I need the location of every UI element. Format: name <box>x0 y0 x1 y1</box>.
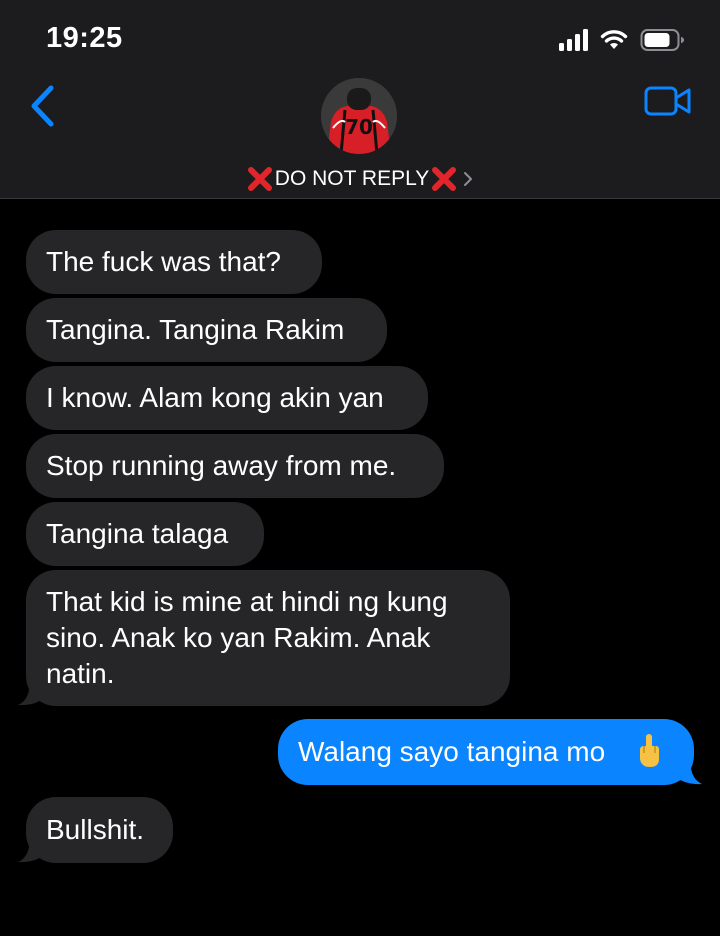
status-icons <box>559 26 686 54</box>
message-text: Tangina talaga <box>46 518 229 549</box>
bubble-tail <box>18 680 44 706</box>
middle-finger-emoji-icon <box>640 734 659 767</box>
cross-mark-emoji-icon <box>247 167 272 191</box>
message-bubble-incoming[interactable]: Tangina talaga <box>26 502 264 566</box>
contact-avatar[interactable]: 70 <box>321 78 397 154</box>
cross-mark-emoji-icon <box>432 167 457 191</box>
contact-name-button[interactable]: DO NOT REPLY <box>0 164 720 194</box>
message-bubble-incoming[interactable]: Bullshit. <box>26 797 173 863</box>
message-text: The fuck was that? <box>46 246 282 277</box>
battery-icon <box>640 29 684 51</box>
bubble-tail <box>18 837 44 863</box>
back-chevron-icon[interactable] <box>26 82 66 130</box>
message-thread[interactable]: The fuck was that? Tangina. Tangina Raki… <box>0 198 720 936</box>
message-text: Bullshit. <box>46 814 145 845</box>
message-text: Stop running away from me. <box>46 450 397 481</box>
avatar-jersey-number: 70 <box>345 115 373 139</box>
cellular-signal-icon <box>559 29 588 51</box>
message-bubble-incoming[interactable]: The fuck was that? <box>26 230 322 294</box>
status-time: 19:25 <box>46 22 123 54</box>
chevron-right-icon <box>464 172 473 186</box>
wifi-icon <box>600 30 628 49</box>
message-bubble-incoming[interactable]: Stop running away from me. <box>26 434 444 498</box>
video-call-icon[interactable] <box>644 84 692 118</box>
bubble-tail <box>676 758 702 785</box>
message-text: Walang sayo tangina mo <box>298 736 606 767</box>
avatar-image: 70 <box>321 78 397 154</box>
message-bubble-outgoing[interactable]: Walang sayo tangina mo <box>278 719 694 785</box>
conversation-header: 19:25 70 DO NOT REPLY <box>0 0 720 199</box>
message-text: Tangina. Tangina Rakim <box>46 314 345 345</box>
message-bubble-incoming[interactable]: Tangina. Tangina Rakim <box>26 298 387 362</box>
message-text: I know. Alam kong akin yan <box>46 382 384 413</box>
contact-name: DO NOT REPLY <box>274 167 430 190</box>
message-bubble-incoming[interactable]: I know. Alam kong akin yan <box>26 366 428 430</box>
message-text: That kid is mine at hindi ng kung sino. … <box>46 586 448 689</box>
message-bubble-incoming[interactable]: That kid is mine at hindi ng kung sino. … <box>26 570 510 706</box>
